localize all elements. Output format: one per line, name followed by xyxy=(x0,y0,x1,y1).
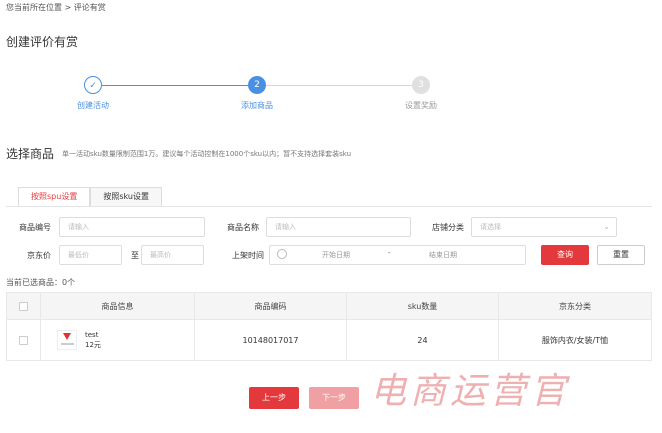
table-header: 商品信息 商品编码 sku数量 京东分类 xyxy=(7,293,651,320)
end-date-input[interactable]: 结束日期 xyxy=(429,250,457,260)
product-meta: test 12元 xyxy=(85,330,101,350)
selected-count: 当前已选商品：0个 xyxy=(6,278,76,287)
step-1-label: 创建活动 xyxy=(77,101,109,110)
tab-spu[interactable]: 按照spu设置 xyxy=(18,187,91,206)
jd-category-cell: 服饰内衣/女装/T恤 xyxy=(541,335,609,345)
product-code-label: 商品编号 xyxy=(19,223,51,232)
store-category-placeholder: 请选择 xyxy=(480,223,501,231)
to-label: 至 xyxy=(131,251,139,260)
watermark: 电商运营官 xyxy=(370,371,571,412)
header-product-info: 商品信息 xyxy=(41,293,195,319)
step-1-check-icon: ✓ xyxy=(84,76,102,94)
step-3-label: 设置奖励 xyxy=(405,101,437,110)
header-jd-category: 京东分类 xyxy=(559,301,591,311)
row-checkbox[interactable] xyxy=(19,335,28,345)
product-name-input[interactable]: 请输入 xyxy=(266,217,411,237)
prev-step-button[interactable]: 上一步 xyxy=(249,387,299,409)
section-title: 选择商品 xyxy=(6,147,55,161)
product-table: 商品信息 商品编码 sku数量 京东分类 test 12元 1014801701… xyxy=(6,292,652,361)
shelf-time-label: 上架时间 xyxy=(232,251,264,260)
tab-sku[interactable]: 按照sku设置 xyxy=(90,187,162,206)
tab-bar: 按照spu设置 按照sku设置 xyxy=(18,187,162,206)
step-connector xyxy=(102,85,248,86)
thumbnail-line xyxy=(61,343,74,345)
select-all-checkbox[interactable] xyxy=(19,301,28,311)
product-name-label: 商品名称 xyxy=(227,223,259,232)
min-price-input[interactable]: 最低价 xyxy=(59,245,122,265)
product-code-input[interactable]: 请输入 xyxy=(59,217,205,237)
next-step-button[interactable]: 下一步 xyxy=(309,387,359,409)
tag-icon xyxy=(63,333,71,340)
row-checkbox-cell xyxy=(7,320,41,360)
jd-price-label: 京东价 xyxy=(27,251,51,260)
start-date-input[interactable]: 开始日期 xyxy=(322,250,350,260)
reset-button[interactable]: 重置 xyxy=(597,245,645,265)
query-button[interactable]: 查询 xyxy=(541,245,589,265)
header-checkbox-cell xyxy=(7,293,41,319)
step-3-circle: 3 xyxy=(412,76,430,94)
breadcrumb: 您当前所在位置 > 评论有赏 xyxy=(6,3,106,12)
step-connector xyxy=(266,85,412,86)
max-price-input[interactable]: 最高价 xyxy=(141,245,204,265)
product-thumbnail xyxy=(57,330,77,350)
clock-icon xyxy=(277,249,287,259)
date-range-picker[interactable]: 开始日期 - 结束日期 xyxy=(269,245,526,265)
product-code-cell: 10148017017 xyxy=(195,320,347,360)
store-category-label: 店铺分类 xyxy=(432,223,464,232)
step-2-label: 添加商品 xyxy=(241,101,273,110)
step-2-circle: 2 xyxy=(248,76,266,94)
product-info-cell: test 12元 xyxy=(41,320,195,360)
store-category-select[interactable]: 请选择 ⌄ xyxy=(471,217,617,237)
divider xyxy=(6,206,652,207)
page-title: 创建评价有赏 xyxy=(6,35,79,49)
header-product-code: 商品编码 xyxy=(195,293,347,319)
chevron-down-icon: ⌄ xyxy=(603,222,610,231)
sku-count-cell: 24 xyxy=(347,320,499,360)
header-sku-count: sku数量 xyxy=(347,293,499,319)
product-price: 12元 xyxy=(85,341,101,349)
product-name: test xyxy=(85,331,99,339)
section-hint: 单一活动sku数量限制范围1万。建议每个活动控制在1000个sku以内；暂不支持… xyxy=(62,150,352,158)
stepper: ✓ 2 3 创建活动 添加商品 设置奖励 xyxy=(0,74,662,114)
table-row[interactable]: test 12元 10148017017 24 服饰内衣/女装/T恤 xyxy=(7,320,651,360)
date-separator: - xyxy=(388,249,391,257)
